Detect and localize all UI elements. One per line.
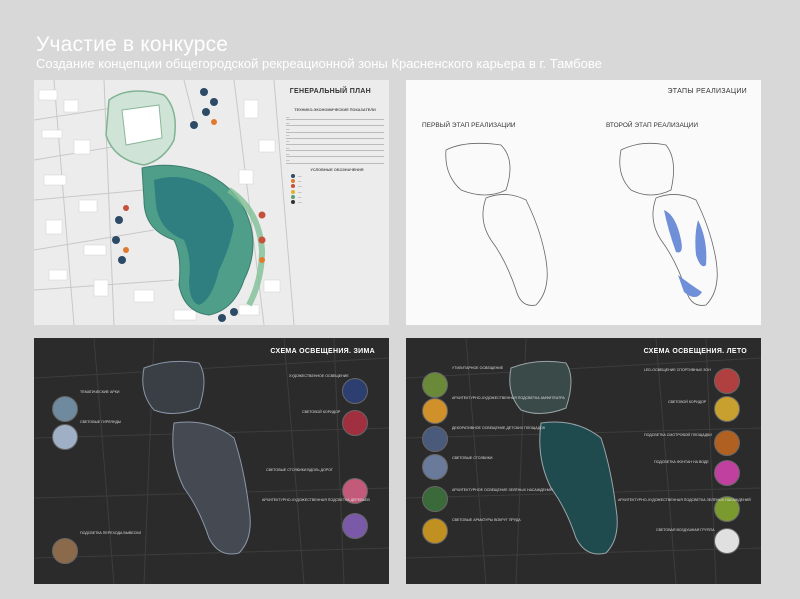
indicators-table: ТЕХНИКО-ЭКОНОМИЧЕСКИЕ ПОКАЗАТЕЛИ — — — — — —… — [286, 108, 384, 164]
summer-label-9: ПОДСВЕТКА СМОТРОВОЙ ПЛОЩАДКИ — [644, 433, 712, 437]
summer-photo-7 — [714, 368, 740, 394]
winter-photo-7 — [52, 538, 78, 564]
winter-lighting-panel: СХЕМА ОСВЕЩЕНИЯ. ЗИМА ХУДОЖЕСТВЕННОЕ ОСВ… — [34, 338, 389, 584]
summer-photo-10 — [714, 460, 740, 486]
indicators-table-title: ТЕХНИКО-ЭКОНОМИЧЕСКИЕ ПОКАЗАТЕЛИ — [294, 108, 376, 112]
summer-label-6: СВЕТОВЫЕ АРМАТУРЫ ВОКРУГ ПРУДА — [452, 518, 521, 522]
legend-title: УСЛОВНЫЕ ОБОЗНАЧЕНИЯ — [310, 168, 364, 172]
summer-label-7: LED-ОСВЕЩЕНИЕ СПОРТИВНЫХ ЗОН — [644, 368, 711, 372]
summer-label-8: СВЕТОВОЙ КОРИДОР — [668, 400, 707, 404]
summer-label-2: АРХИТЕКТУРНО-ХУДОЖЕСТВЕННАЯ ПОДСВЕТКА АМ… — [452, 396, 565, 400]
page-title: Участие в конкурсе — [36, 33, 229, 56]
summer-heading: СХЕМА ОСВЕЩЕНИЯ. ЛЕТО — [643, 348, 747, 355]
summer-photo-8 — [714, 396, 740, 422]
summer-label-4: СВЕТОВЫЕ СТОЛБИКИ — [452, 456, 493, 460]
summer-label-1: УТИЛИТАРНОЕ ОСВЕЩЕНИЕ — [452, 366, 504, 370]
winter-label-1: ХУДОЖЕСТВЕННОЕ ОСВЕЩЕНИЕ — [289, 374, 349, 378]
winter-label-6: АРХИТЕКТУРНО-ХУДОЖЕСТВЕННАЯ ПОДСВЕТКА ДЕ… — [262, 498, 370, 502]
stages-diagram — [445, 142, 718, 306]
winter-label-7: ПОДСВЕТКА ПЕРЕХОДА ВЫВЕСКИ — [80, 531, 142, 535]
winter-photo-6 — [342, 513, 368, 539]
winter-heading: СХЕМА ОСВЕЩЕНИЯ. ЗИМА — [270, 348, 375, 355]
summer-lighting-panel: СХЕМА ОСВЕЩЕНИЯ. ЛЕТО УТИЛИТАРНОЕ ОСВЕЩЕ… — [406, 338, 761, 584]
summer-label-5: АРХИТЕКТУРНОЕ ОСВЕЩЕНИЕ ЗЕЛЁНЫХ НАСАЖДЕН… — [452, 488, 553, 492]
winter-label-2: ТЕМАТИЧЕСКИЕ АРКИ — [80, 390, 120, 394]
master-plan-heading: ГЕНЕРАЛЬНЫЙ ПЛАН — [289, 88, 371, 95]
summer-photo-2 — [422, 398, 448, 424]
summer-photo-4 — [422, 454, 448, 480]
summer-label-3: ДЕКОРАТИВНОЕ ОСВЕЩЕНИЕ ДЕТСКИХ ПЛОЩАДОК — [452, 426, 546, 430]
winter-photo-3 — [342, 378, 368, 404]
summer-label-11: АРХИТЕКТУРНО-ХУДОЖЕСТВЕННАЯ ПОДСВЕТКА ЗЕ… — [618, 498, 751, 502]
page-subtitle: Создание концепции общегородской рекреац… — [36, 56, 602, 71]
winter-label-4: СВЕТОВОЙ КОРИДОР — [302, 410, 341, 414]
summer-photo-3 — [422, 426, 448, 452]
summer-photo-9 — [714, 430, 740, 456]
summer-photo-6 — [422, 518, 448, 544]
summer-label-12: СВЕТОВАЯ ВОЗДУШНАЯ ГРУППА — [656, 528, 715, 532]
legend: УСЛОВНЫЕ ОБОЗНАЧЕНИЯ — — — — — — — [291, 168, 383, 205]
summer-photo-12 — [714, 528, 740, 554]
winter-label-3: СВЕТОВЫЕ ГИРЛЯНДЫ — [80, 420, 122, 424]
winter-label-5: СВЕТОВЫЕ СТОЛБИКИ ВДОЛЬ ДОРОГ — [266, 468, 333, 472]
master-plan-panel: ГЕНЕРАЛЬНЫЙ ПЛАН ТЕХНИКО-ЭКОНОМИЧЕСКИЕ П… — [34, 80, 389, 325]
winter-photo-2 — [52, 424, 78, 450]
summer-label-10: ПОДСВЕТКА ФОНТАН НА ВОДЕ — [654, 460, 709, 464]
summer-photo-5 — [422, 486, 448, 512]
stages-panel: ЭТАПЫ РЕАЛИЗАЦИИ ПЕРВЫЙ ЭТАП РЕАЛИЗАЦИИ … — [406, 80, 761, 325]
winter-photo-4 — [342, 410, 368, 436]
winter-photo-1 — [52, 396, 78, 422]
summer-photo-1 — [422, 372, 448, 398]
